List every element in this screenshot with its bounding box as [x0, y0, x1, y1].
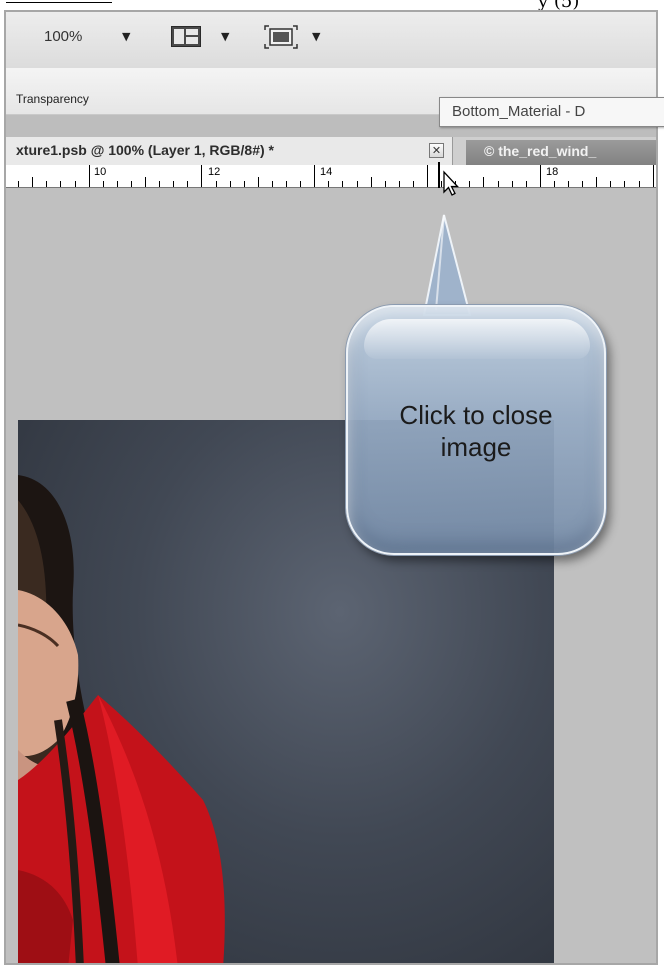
document-tooltip: Bottom_Material - D	[439, 97, 664, 127]
tab-inactive-document[interactable]: © the_red_wind_	[466, 140, 656, 165]
underline-rule	[6, 2, 112, 3]
document-tab-bar: xture1.psb @ 100% (Layer 1, RGB/8#) * ✕ …	[6, 137, 656, 165]
horizontal-ruler: 10 12 14 18	[6, 165, 656, 188]
ruler-label: 10	[94, 166, 107, 178]
close-tab-button[interactable]: ✕	[429, 143, 444, 158]
callout-text: Click to close image	[348, 399, 604, 463]
tab-active-document[interactable]: xture1.psb @ 100% (Layer 1, RGB/8#) * ✕	[6, 137, 453, 165]
zoom-level-dropdown[interactable]: 100%	[44, 28, 82, 45]
ruler-label: 14	[320, 166, 333, 178]
ruler-label: 12	[208, 166, 221, 178]
screen-mode-dropdown-arrow-icon[interactable]: ▼	[312, 30, 320, 43]
document-tail-text: y (5)	[538, 0, 579, 10]
instruction-callout: Click to close image	[346, 305, 606, 555]
screen-mode-icon[interactable]	[263, 24, 299, 50]
tab-label: © the_red_wind_	[484, 143, 597, 159]
callout-line-1: Click to close	[399, 400, 553, 430]
mouse-cursor-icon	[438, 162, 459, 196]
tab-label: xture1.psb @ 100% (Layer 1, RGB/8#) *	[16, 142, 274, 158]
ruler-label: 18	[546, 166, 559, 178]
callout-highlight	[364, 319, 590, 359]
document-header-fragment: y (5)	[0, 0, 664, 10]
arrange-documents-icon[interactable]	[171, 26, 201, 47]
tooltip-text: Bottom_Material - D	[452, 103, 586, 120]
arrange-dropdown-arrow-icon[interactable]: ▼	[221, 30, 229, 43]
zoom-dropdown-arrow-icon[interactable]: ▼	[122, 30, 130, 43]
transparency-label: Transparency	[16, 92, 89, 106]
application-bar: 100% ▼ ▼ ▼	[6, 12, 656, 69]
callout-line-2: image	[440, 432, 512, 462]
